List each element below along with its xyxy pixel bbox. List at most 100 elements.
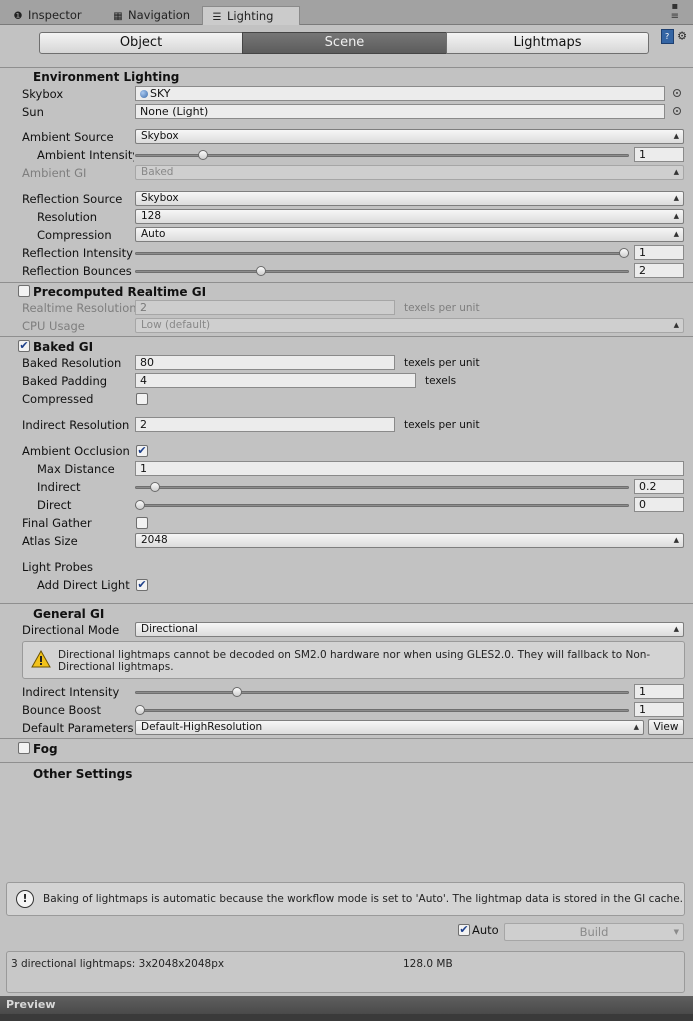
precomputed-gi-checkbox[interactable] (18, 285, 30, 297)
tab-inspector[interactable]: ❶ Inspector (4, 6, 100, 24)
baked-resolution-field[interactable]: 80 (135, 355, 395, 370)
sphere-icon (140, 90, 148, 98)
indirect-resolution-field[interactable]: 2 (135, 417, 395, 432)
help-book-icon[interactable]: ? (660, 29, 674, 44)
reflection-bounces-field[interactable]: 2 (634, 263, 684, 278)
dropdown-arrow-icon[interactable]: ▼ (674, 924, 679, 940)
bounce-boost-slider[interactable] (135, 709, 629, 712)
dropdown-value: Skybox (141, 192, 179, 204)
info-icon: ❶ (13, 11, 23, 22)
baked-gi-checkbox[interactable]: ✔ (18, 340, 30, 352)
atlas-size-dropdown[interactable]: 2048 ▲ (135, 533, 684, 548)
reflection-intensity-label: Reflection Intensity (22, 246, 133, 260)
compression-dropdown[interactable]: Auto ▲ (135, 227, 684, 242)
dropdown-value: 2048 (141, 534, 168, 546)
tab-object[interactable]: Object (39, 32, 243, 54)
fog-checkbox[interactable] (18, 742, 30, 754)
compressed-checkbox[interactable] (136, 393, 148, 405)
build-label: Build (579, 925, 609, 939)
indirect-label: Indirect (37, 480, 81, 494)
indirect-slider[interactable] (135, 486, 629, 489)
slider-thumb[interactable] (256, 266, 266, 276)
tab-label: Navigation (128, 8, 191, 22)
divider (0, 603, 693, 604)
default-parameters-dropdown[interactable]: Default-HighResolution ▲ (135, 720, 644, 735)
dropdown-arrow-icon: ▲ (673, 212, 679, 220)
indirect-intensity-slider[interactable] (135, 691, 629, 694)
info-icon: ! (16, 890, 34, 908)
bounce-boost-label: Bounce Boost (22, 703, 102, 717)
reflection-intensity-slider[interactable] (135, 252, 629, 255)
tab-label: Lighting (227, 9, 274, 23)
indirect-field[interactable]: 0.2 (634, 479, 684, 494)
object-picker-icon[interactable] (673, 89, 681, 97)
bottom-strip (0, 1014, 693, 1021)
slider-thumb[interactable] (231, 687, 242, 697)
tab-lighting[interactable]: ☰ Lighting (202, 6, 300, 25)
auto-checkbox[interactable]: ✔ (458, 924, 470, 936)
tab-lightmaps[interactable]: Lightmaps (446, 32, 649, 54)
slider-thumb[interactable] (135, 705, 145, 715)
tab-navigation[interactable]: ▦ Navigation (104, 6, 200, 24)
skybox-field[interactable]: SKY (135, 86, 665, 101)
object-picker-icon[interactable] (673, 107, 681, 115)
direct-slider[interactable] (135, 504, 629, 507)
dropdown-arrow-icon: ▲ (673, 230, 679, 238)
tab-label: Inspector (28, 8, 82, 22)
bounce-boost-field[interactable]: 1 (634, 702, 684, 717)
add-direct-light-checkbox[interactable]: ✔ (136, 579, 148, 591)
divider (0, 336, 693, 337)
dropdown-value: 128 (141, 210, 162, 222)
slider-thumb[interactable] (135, 500, 145, 510)
auto-label: Auto (472, 923, 499, 937)
realtime-resolution-field: 2 (135, 300, 395, 315)
texels-per-unit-label: texels per unit (404, 419, 480, 431)
slider-thumb[interactable] (197, 150, 208, 160)
dropdown-arrow-icon: ▲ (673, 536, 679, 544)
add-direct-light-label: Add Direct Light (37, 578, 130, 592)
tab-menu-icon[interactable]: ▪ ≡ (671, 2, 679, 22)
reflection-bounces-slider[interactable] (135, 270, 629, 273)
skybox-value: SKY (150, 87, 171, 100)
dropdown-value: Auto (141, 228, 166, 240)
general-gi-header: General GI (33, 607, 105, 621)
warning-text: Directional lightmaps cannot be decoded … (58, 649, 651, 673)
resolution-label: Resolution (37, 210, 98, 224)
reflection-source-label: Reflection Source (22, 192, 123, 206)
realtime-resolution-label: Realtime Resolution (22, 301, 137, 315)
directional-mode-dropdown[interactable]: Directional ▲ (135, 622, 684, 637)
reflection-source-dropdown[interactable]: Skybox ▲ (135, 191, 684, 206)
direct-label: Direct (37, 498, 72, 512)
slider-thumb[interactable] (149, 482, 160, 492)
ambient-source-label: Ambient Source (22, 130, 114, 144)
view-button[interactable]: View (648, 719, 684, 735)
ambient-source-dropdown[interactable]: Skybox ▲ (135, 129, 684, 144)
cpu-usage-dropdown: Low (default) ▲ (135, 318, 684, 333)
dropdown-arrow-icon: ▲ (673, 132, 679, 140)
ambient-gi-label: Ambient GI (22, 166, 87, 180)
indirect-intensity-field[interactable]: 1 (634, 684, 684, 699)
max-distance-field[interactable]: 1 (135, 461, 684, 476)
precomputed-gi-header: Precomputed Realtime GI (33, 285, 207, 299)
skybox-label: Skybox (22, 87, 64, 101)
baked-resolution-label: Baked Resolution (22, 356, 122, 370)
slider-thumb[interactable] (619, 248, 629, 258)
preview-bar[interactable]: Preview (0, 996, 693, 1014)
lightmap-stats-box: 3 directional lightmaps: 3x2048x2048px 1… (6, 951, 685, 993)
ambient-intensity-field[interactable]: 1 (634, 147, 684, 162)
baked-padding-field[interactable]: 4 (135, 373, 416, 388)
sun-field[interactable]: None (Light) (135, 104, 665, 119)
ambient-intensity-slider[interactable] (135, 154, 629, 157)
resolution-dropdown[interactable]: 128 ▲ (135, 209, 684, 224)
direct-field[interactable]: 0 (634, 497, 684, 512)
atlas-size-label: Atlas Size (22, 534, 78, 548)
indirect-resolution-label: Indirect Resolution (22, 418, 130, 432)
tab-scene[interactable]: Scene (242, 32, 447, 54)
directional-mode-label: Directional Mode (22, 623, 120, 637)
final-gather-checkbox[interactable] (136, 517, 148, 529)
gear-icon[interactable]: ⚙ (677, 30, 687, 43)
tab-bar: ❶ Inspector ▦ Navigation ☰ Lighting ▪ ≡ (0, 0, 693, 25)
ambient-occlusion-checkbox[interactable]: ✔ (136, 445, 148, 457)
reflection-intensity-field[interactable]: 1 (634, 245, 684, 260)
auto-bake-info-box: ! Baking of lightmaps is automatic becau… (6, 882, 685, 916)
